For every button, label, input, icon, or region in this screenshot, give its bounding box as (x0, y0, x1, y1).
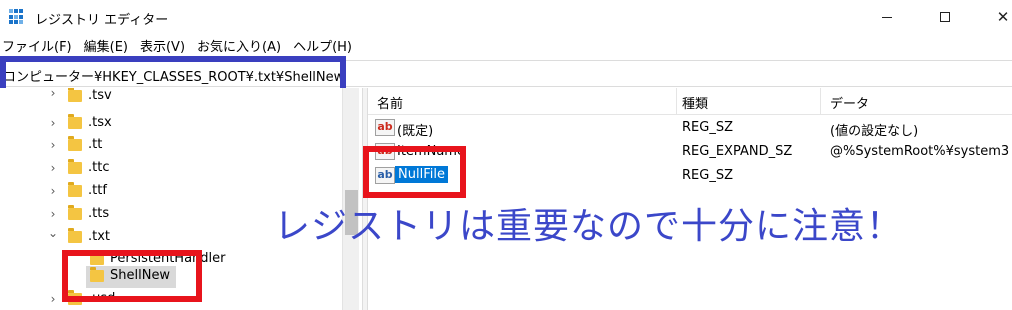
column-header-type[interactable]: 種類 (682, 93, 708, 112)
warning-annotation: レジストリは重要なので十分に注意！ (274, 206, 904, 247)
chevron-right-icon[interactable]: › (48, 207, 58, 221)
chevron-right-icon[interactable]: › (48, 138, 58, 152)
string-value-icon: ab (375, 119, 395, 136)
chevron-right-icon[interactable]: › (48, 161, 58, 175)
list-row[interactable]: ab (既定) REG_SZ (値の設定なし) (368, 116, 1012, 140)
chevron-right-icon[interactable]: › (48, 184, 58, 198)
maximize-icon (940, 12, 950, 22)
menu-favorites[interactable]: お気に入り(A) (191, 38, 287, 58)
folder-icon (68, 114, 82, 129)
tree-item[interactable]: › .ttc (0, 157, 340, 181)
value-type: REG_EXPAND_SZ (682, 144, 793, 159)
folder-icon (68, 88, 82, 102)
column-header-data[interactable]: データ (830, 93, 869, 112)
column-divider[interactable] (820, 88, 821, 115)
menu-help[interactable]: ヘルプ(H) (287, 38, 358, 58)
folder-icon (68, 205, 82, 220)
folder-icon (68, 136, 82, 151)
value-type: REG_SZ (682, 168, 733, 183)
value-data: (値の設定なし) (830, 124, 919, 139)
tree-item[interactable]: › .tsv (0, 88, 340, 112)
menu-edit[interactable]: 編集(E) (78, 38, 134, 58)
column-header-name[interactable]: 名前 (377, 93, 403, 112)
menu-bar: ファイル(F) 編集(E) 表示(V) お気に入り(A) ヘルプ(H) (0, 38, 358, 58)
value-type: REG_SZ (682, 120, 733, 135)
tree-item[interactable]: › .tsx (0, 112, 340, 136)
title-bar: レジストリ エディター ✕ (0, 0, 1012, 34)
value-data: @%SystemRoot%¥system3 (830, 144, 1010, 159)
key-highlight-box (62, 250, 202, 302)
chevron-right-icon[interactable]: › (48, 88, 58, 100)
tree-item[interactable]: › .tt (0, 134, 340, 158)
maximize-button[interactable] (922, 0, 968, 34)
list-header: 名前 種類 データ (368, 88, 1012, 115)
menu-view[interactable]: 表示(V) (134, 38, 191, 58)
value-name: (既定) (397, 124, 434, 139)
regedit-app-icon (9, 9, 25, 25)
tree-item-label: .tsx (88, 115, 112, 130)
folder-icon (68, 159, 82, 174)
window-title: レジストリ エディター (35, 13, 169, 28)
minimize-button[interactable] (864, 0, 910, 34)
close-button[interactable]: ✕ (980, 0, 1012, 34)
folder-icon (68, 182, 82, 197)
chevron-down-icon[interactable]: ⌄ (48, 226, 58, 240)
minimize-icon (882, 16, 892, 18)
tree-item-label: .ttf (88, 183, 107, 198)
tree-item-label: .tt (88, 137, 103, 152)
tree-item-label: .tts (88, 206, 110, 221)
chevron-right-icon[interactable]: › (48, 292, 58, 306)
chevron-right-icon[interactable]: › (48, 116, 58, 130)
column-divider[interactable] (676, 88, 677, 115)
tree-item-label: .txt (88, 229, 111, 244)
menu-file[interactable]: ファイル(F) (0, 38, 78, 58)
tree-item-label: .tsv (88, 88, 112, 103)
close-icon: ✕ (996, 7, 1010, 26)
tree-item-label: .ttc (88, 160, 110, 175)
value-highlight-box (363, 146, 466, 198)
folder-icon (68, 228, 82, 243)
